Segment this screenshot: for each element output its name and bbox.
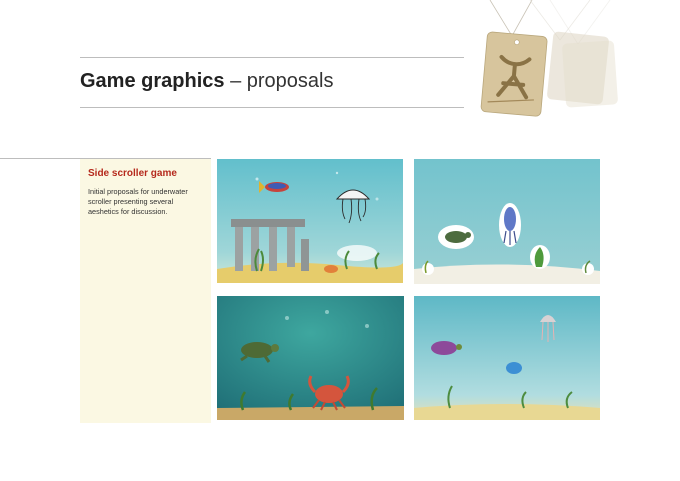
proposal-image-crab [217,296,404,420]
title-top-rule [80,57,464,58]
side-panel: Side scroller game Initial proposals for… [80,159,211,423]
squid-icon [499,203,521,247]
proposal-image-watercolor [414,296,600,420]
jellyfish-icon [540,315,556,342]
page-title: Game graphics – proposals [80,70,333,93]
crab-icon [324,265,338,273]
proposal-image-ruins [217,159,403,283]
proposal-image-cutout [414,159,600,284]
hanging-tag-logo-icon [470,0,630,120]
panel-description: Initial proposals for underwater scrolle… [88,187,188,216]
title-bottom-rule [80,107,464,108]
fish-icon [506,362,522,374]
turtle-icon [438,225,474,249]
panel-heading: Side scroller game [88,168,177,179]
page-title-bold: Game graphics [80,70,225,92]
page-title-rest: – proposals [224,70,334,92]
